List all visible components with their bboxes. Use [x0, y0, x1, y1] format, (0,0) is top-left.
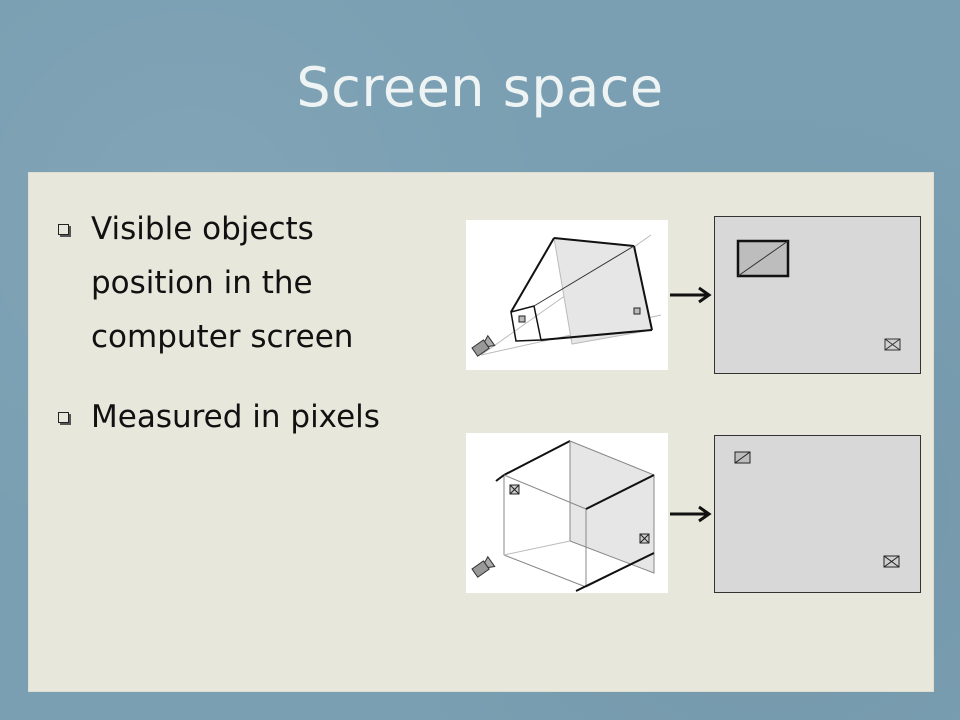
screen-projection-orthographic — [714, 435, 921, 593]
perspective-frustum-diagram — [466, 220, 668, 370]
hollow-square-bullet-icon — [58, 412, 69, 423]
bullet-line: Visible objects — [91, 211, 314, 247]
screen-projection-perspective — [714, 216, 921, 374]
content-panel: Visible objects position in the computer… — [28, 172, 934, 692]
bullet-item: Measured in pixels — [58, 390, 438, 444]
camera-icon — [471, 555, 496, 578]
right-arrow — [670, 286, 712, 304]
bullet-item: Visible objects position in the computer… — [58, 202, 438, 364]
bullet-line: Measured in pixels — [91, 399, 380, 435]
bullet-list: Visible objects position in the computer… — [58, 202, 438, 470]
bullet-line: position in the — [91, 265, 313, 301]
bullet-line: computer screen — [91, 319, 354, 355]
right-arrow — [670, 505, 712, 523]
bullet-text: Measured in pixels — [91, 390, 380, 444]
orthographic-box-diagram — [466, 433, 668, 593]
bullet-text: Visible objects position in the computer… — [91, 202, 353, 364]
hollow-square-bullet-icon — [58, 224, 69, 235]
slide-title: Screen space — [296, 56, 664, 119]
